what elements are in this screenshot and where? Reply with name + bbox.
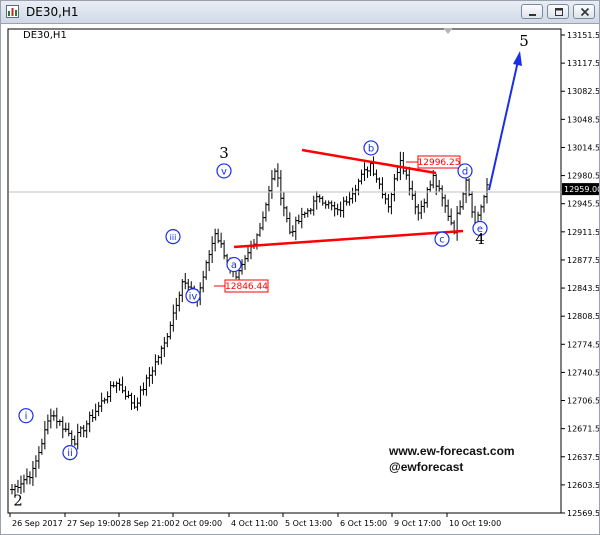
restore-icon [555,8,563,16]
y-tick-label: 12877.50 [567,256,599,265]
y-tick-label: 12843.50 [567,284,599,293]
y-tick-label: 13014.50 [567,143,599,152]
y-tick-label: 13151.50 [567,31,599,40]
svg-text:i: i [25,411,28,422]
svg-text:d: d [462,166,468,177]
x-tick-label: 27 Sep 19:00 [67,519,120,528]
y-tick-label: 12911.50 [567,228,599,237]
shift-marker-icon[interactable] [443,28,453,34]
brand-website: www.ew-forecast.com [389,444,515,458]
svg-text:5: 5 [519,32,529,50]
svg-text:3: 3 [219,144,229,162]
wave-label-a: a [226,256,242,273]
svg-text:4: 4 [475,230,485,248]
close-icon [580,7,590,17]
svg-text:b: b [368,143,374,154]
y-tick-label: 12569.50 [567,509,599,518]
wave-label-b: b [363,140,379,156]
window-title: DE30,H1 [26,5,79,19]
svg-text:2: 2 [13,491,23,509]
minimize-button[interactable] [521,4,543,19]
wave-label-i: i [18,408,34,424]
x-tick-label: 2 Oct 09:00 [175,519,222,528]
plot-area-frame [7,28,562,514]
x-tick-label: 28 Sep 21:00 [121,519,174,528]
x-tick-label: 4 Oct 11:00 [231,519,278,528]
chart-window-icon [6,5,19,18]
chart-window: DE30,H1 12996.25 12846.44 2 i ii iii iv v 3 a b c… [0,0,600,535]
chart-symbol-label: DE30,H1 [23,30,67,41]
wave-label-5: 5 [519,32,529,50]
y-tick-label: 12637.50 [567,453,599,462]
y-tick-label: 12740.50 [567,368,599,377]
y-tick-label: 13117.50 [567,59,599,68]
wave-label-v: v [216,163,232,179]
current-price-label: 12959.00 [564,185,599,194]
window-titlebar[interactable]: DE30,H1 [1,1,599,24]
y-tick-label: 12603.50 [567,481,599,490]
y-tick-label: 12671.50 [567,425,599,434]
svg-text:v: v [221,166,227,177]
minimize-icon [529,14,536,16]
svg-text:ii: ii [67,448,73,459]
wave-label-iii: iii [165,229,181,245]
y-tick-label: 12808.50 [567,312,599,321]
wave-label-ii: ii [62,445,78,461]
x-tick-label: 5 Oct 13:00 [285,519,332,528]
wave-label-2: 2 [13,491,23,509]
svg-text:c: c [439,235,445,246]
wave-label-d: d [457,163,473,179]
x-tick-label: 26 Sep 2017 [12,519,63,528]
x-tick-label: 6 Oct 15:00 [340,519,387,528]
y-tick-label: 12980.50 [567,172,599,181]
brand-handle: @ewforecast [389,460,464,474]
high-price-label: 12996.25 [418,158,461,168]
svg-text:a: a [231,260,237,271]
svg-text:iii: iii [170,233,177,242]
wave-label-iv: iv [185,288,201,304]
y-tick-label: 13082.50 [567,87,599,96]
wave-label-c: c [434,231,450,247]
low-price-label: 12846.44 [225,282,268,292]
y-tick-label: 13048.50 [567,115,599,124]
svg-text:iv: iv [189,291,198,302]
x-tick-label: 9 Oct 17:00 [394,519,441,528]
x-tick-label: 10 Oct 19:00 [449,519,501,528]
wave-label-4: 4 [475,230,485,248]
wave-label-3: 3 [219,144,229,162]
restore-button[interactable] [547,4,569,19]
close-button[interactable] [573,4,595,19]
y-tick-label: 12774.50 [567,340,599,349]
y-tick-label: 12945.50 [567,200,599,209]
y-tick-label: 12706.50 [567,397,599,406]
